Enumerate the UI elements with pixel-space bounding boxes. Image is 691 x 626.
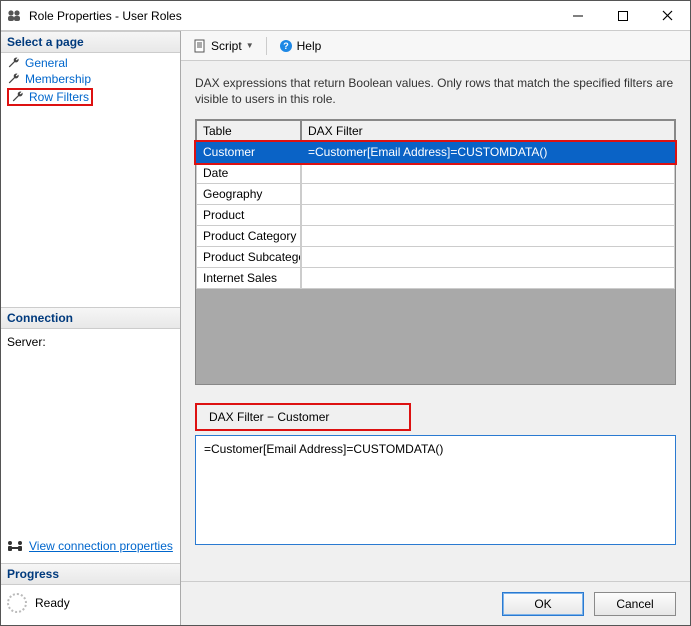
minimize-button[interactable] <box>555 1 600 30</box>
page-list: General Membership Row Filters <box>1 53 180 113</box>
connection-link-row: View connection properties <box>1 535 180 563</box>
right-content: DAX expressions that return Boolean valu… <box>181 61 690 581</box>
maximize-button[interactable] <box>600 1 645 30</box>
select-page-header: Select a page <box>1 31 180 53</box>
script-icon <box>193 39 207 53</box>
page-link-membership[interactable]: Membership <box>25 72 91 86</box>
script-label: Script <box>211 39 242 53</box>
cell-filter <box>301 184 675 205</box>
progress-spinner-icon <box>7 593 27 613</box>
grid-body: Customer =Customer[Email Address]=CUSTOM… <box>196 142 675 289</box>
dax-filter-value: =Customer[Email Address]=CUSTOMDATA() <box>204 442 443 456</box>
table-row[interactable]: Product Category <box>196 226 675 247</box>
help-button[interactable]: ? Help <box>275 37 326 55</box>
cell-table: Date <box>196 163 301 184</box>
table-row[interactable]: Product Subcategory <box>196 247 675 268</box>
progress-status: Ready <box>35 596 70 610</box>
right-panel: Script ▼ ? Help DAX expressions that ret… <box>181 31 690 625</box>
page-link-row-filters[interactable]: Row Filters <box>29 90 89 104</box>
server-label: Server: <box>7 335 174 349</box>
ok-button[interactable]: OK <box>502 592 584 616</box>
connection-body: Server: <box>1 329 180 535</box>
help-icon: ? <box>279 39 293 53</box>
col-header-filter[interactable]: DAX Filter <box>301 120 675 142</box>
grid-empty-area <box>196 289 675 384</box>
cell-table: Internet Sales <box>196 268 301 289</box>
chevron-down-icon: ▼ <box>246 41 254 50</box>
dax-area: DAX Filter − Customer =Customer[Email Ad… <box>195 403 676 545</box>
cell-filter <box>301 247 675 268</box>
cell-filter: =Customer[Email Address]=CUSTOMDATA() <box>301 142 675 163</box>
cell-table: Product Category <box>196 226 301 247</box>
table-row[interactable]: Product <box>196 205 675 226</box>
connection-icon <box>7 539 23 553</box>
cell-table: Product Subcategory <box>196 247 301 268</box>
page-item-general[interactable]: General <box>5 55 176 71</box>
cell-filter <box>301 268 675 289</box>
cancel-button[interactable]: Cancel <box>594 592 676 616</box>
view-connection-properties-link[interactable]: View connection properties <box>29 539 173 553</box>
page-link-general[interactable]: General <box>25 56 68 70</box>
page-item-membership[interactable]: Membership <box>5 71 176 87</box>
cell-table: Geography <box>196 184 301 205</box>
table-row[interactable]: Internet Sales <box>196 268 675 289</box>
page-item-row-filters[interactable]: Row Filters <box>5 87 176 107</box>
titlebar: Role Properties - User Roles <box>1 1 690 31</box>
col-header-table[interactable]: Table <box>196 120 301 142</box>
help-label: Help <box>297 39 322 53</box>
button-bar: OK Cancel <box>181 581 690 625</box>
wrench-icon <box>11 90 25 104</box>
app-icon <box>7 8 23 24</box>
cell-table: Product <box>196 205 301 226</box>
toolbar-separator <box>266 37 267 55</box>
table-row[interactable]: Date <box>196 163 675 184</box>
window-title: Role Properties - User Roles <box>29 9 555 23</box>
wrench-icon <box>7 56 21 70</box>
cell-table: Customer <box>196 142 301 163</box>
filter-grid: Table DAX Filter Customer =Customer[Emai… <box>195 119 676 385</box>
table-row[interactable]: Geography <box>196 184 675 205</box>
connection-header: Connection <box>1 307 180 329</box>
toolbar: Script ▼ ? Help <box>181 31 690 61</box>
cell-filter <box>301 163 675 184</box>
cell-filter <box>301 226 675 247</box>
left-panel: Select a page General Membership Row Fil… <box>1 31 181 625</box>
wrench-icon <box>7 72 21 86</box>
grid-header: Table DAX Filter <box>196 120 675 142</box>
close-button[interactable] <box>645 1 690 30</box>
progress-body: Ready <box>1 585 180 625</box>
dax-filter-label: DAX Filter − Customer <box>209 410 329 424</box>
progress-header: Progress <box>1 563 180 585</box>
description-text: DAX expressions that return Boolean valu… <box>195 75 676 107</box>
svg-text:?: ? <box>283 41 289 51</box>
cell-filter <box>301 205 675 226</box>
table-row[interactable]: Customer =Customer[Email Address]=CUSTOM… <box>196 142 675 163</box>
dax-filter-input[interactable]: =Customer[Email Address]=CUSTOMDATA() <box>195 435 676 545</box>
script-button[interactable]: Script ▼ <box>189 37 258 55</box>
